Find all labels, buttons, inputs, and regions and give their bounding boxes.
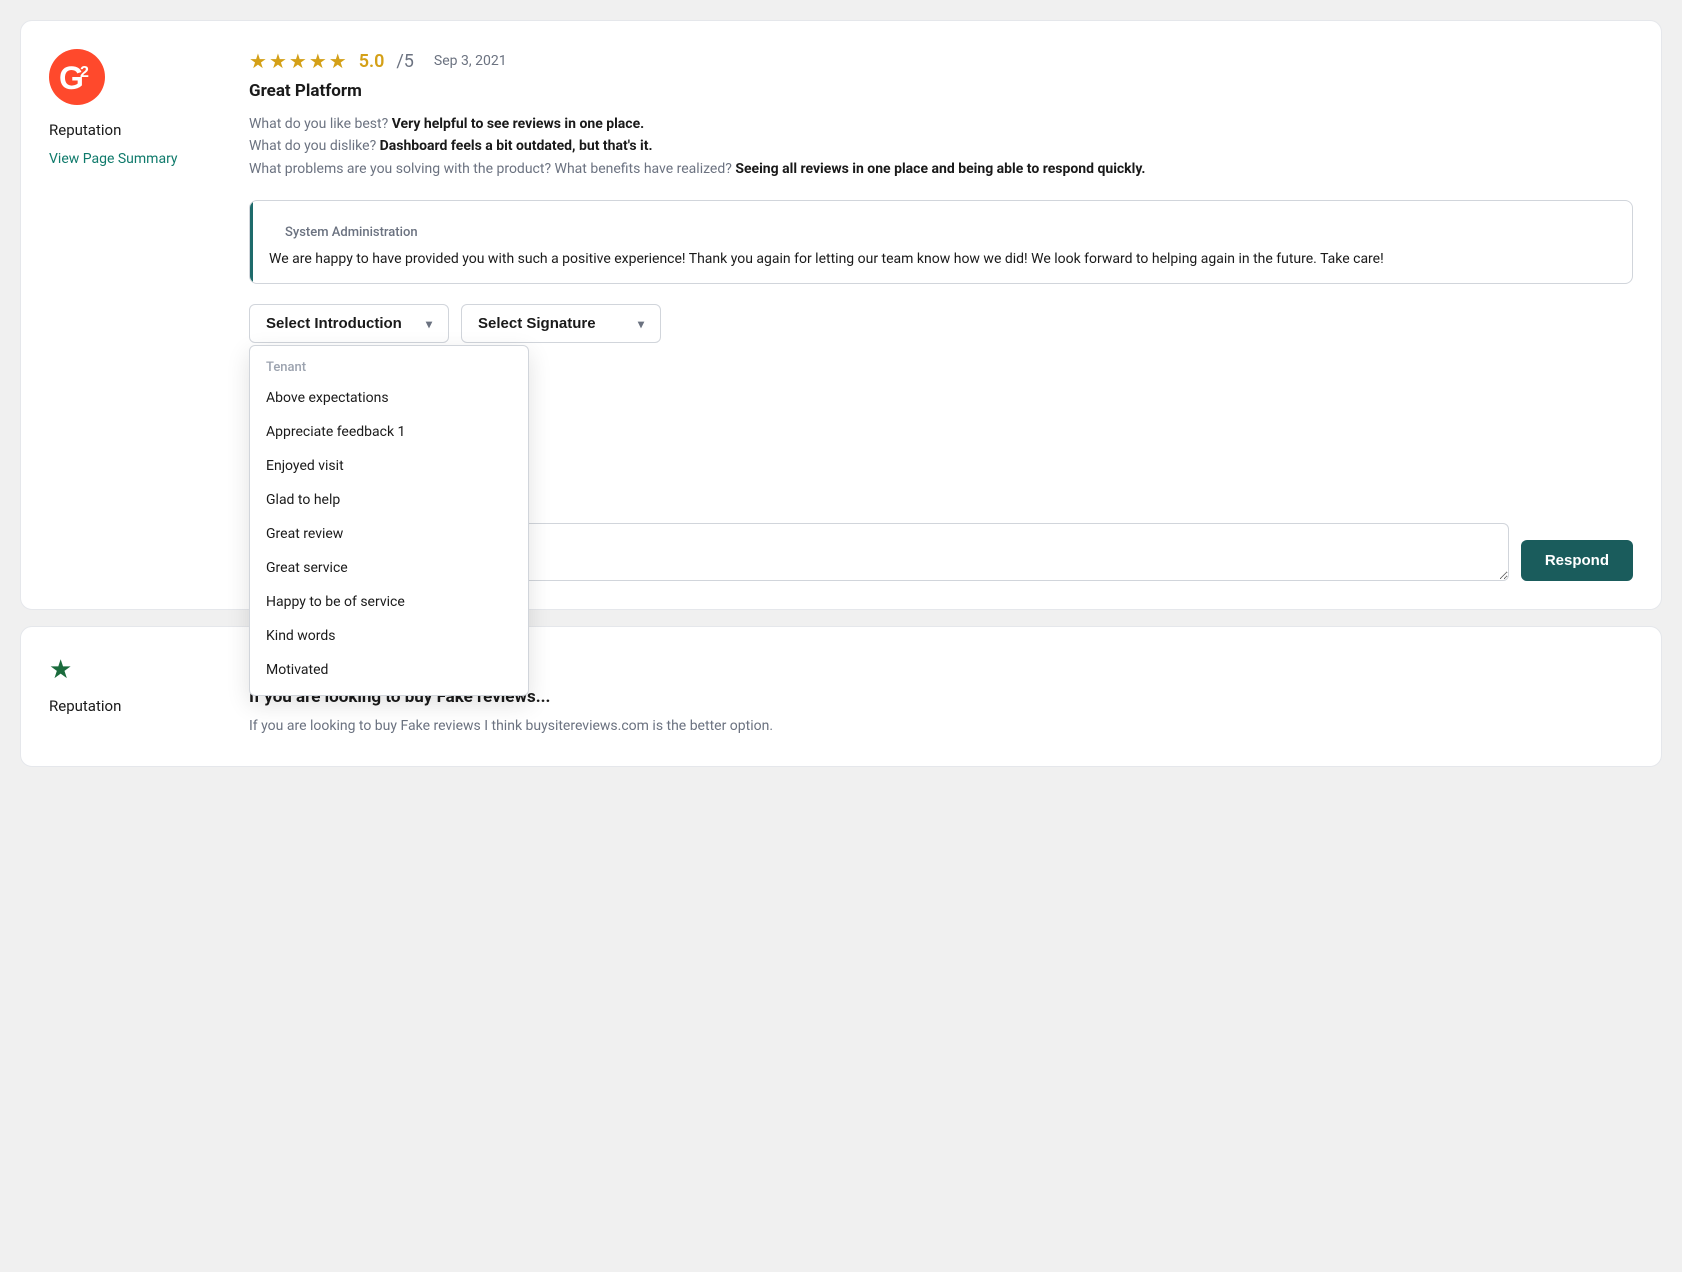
view-page-summary-link[interactable]: View Page Summary — [49, 151, 178, 167]
review-q2: What do you dislike? — [249, 138, 380, 154]
green-star-icon: ★ — [49, 655, 72, 685]
review-content-1: ★ ★ ★ ★ ★ 5.0/5 Sep 3, 2021 Great Platfo… — [249, 49, 1633, 581]
response-text-1: We are happy to have provided you with s… — [269, 244, 1616, 271]
star-2: ★ — [269, 49, 287, 73]
g2-logo: G 2 — [49, 49, 105, 109]
star-1: ★ — [249, 49, 267, 73]
sidebar-reputation-label: Reputation — [49, 121, 121, 139]
intro-item-4[interactable]: Glad to help — [250, 483, 528, 517]
review-q1: What do you like best? — [249, 116, 392, 132]
select-introduction-label: Select Introduction — [266, 315, 402, 332]
respond-button[interactable]: Respond — [1521, 540, 1633, 581]
intro-item-8[interactable]: Kind words — [250, 619, 528, 653]
select-signature-button[interactable]: Select Signature ▾ — [461, 304, 661, 343]
response-block-left-1: System Administration We are happy to ha… — [250, 201, 1632, 283]
review-body-1: What do you like best? Very helpful to s… — [249, 113, 1633, 180]
chevron-down-icon-intro: ▾ — [426, 317, 432, 331]
dropdown-group-label: Tenant — [250, 354, 528, 381]
sidebar-2: ★ Reputation — [49, 655, 229, 737]
select-signature-label: Select Signature — [478, 315, 596, 332]
introduction-dropdown-menu: Tenant Above expectations Appreciate fee… — [249, 345, 529, 696]
select-introduction-button[interactable]: Select Introduction ▾ — [249, 304, 449, 343]
response-box-1: System Administration We are happy to ha… — [249, 200, 1633, 284]
chevron-down-icon-sig: ▾ — [638, 317, 644, 331]
intro-item-1[interactable]: Above expectations — [250, 381, 528, 415]
review-date-1: Sep 3, 2021 — [434, 53, 507, 69]
star-5: ★ — [329, 49, 347, 73]
star-rating-1: ★ ★ ★ ★ ★ — [249, 49, 347, 73]
sidebar-reputation-label-2: Reputation — [49, 697, 121, 715]
review-a1: Very helpful to see reviews in one place… — [392, 116, 645, 132]
svg-text:2: 2 — [80, 64, 89, 81]
review-card-1: G 2 Reputation View Page Summary ★ ★ ★ ★… — [20, 20, 1662, 610]
review-a3: Seeing all reviews in one place and bein… — [735, 161, 1145, 177]
signature-dropdown-wrapper: Select Signature ▾ — [461, 304, 661, 343]
review-title-1: Great Platform — [249, 81, 1633, 101]
star-3: ★ — [289, 49, 307, 73]
sidebar-1: G 2 Reputation View Page Summary — [49, 49, 229, 581]
review-a2: Dashboard feels a bit outdated, but that… — [380, 138, 653, 154]
review-header-1: ★ ★ ★ ★ ★ 5.0/5 Sep 3, 2021 — [249, 49, 1633, 73]
response-author-1: System Administration — [269, 213, 1616, 244]
intro-item-3[interactable]: Enjoyed visit — [250, 449, 528, 483]
intro-item-6[interactable]: Great service — [250, 551, 528, 585]
intro-item-2[interactable]: Appreciate feedback 1 — [250, 415, 528, 449]
review-body-2: If you are looking to buy Fake reviews I… — [249, 715, 1633, 737]
introduction-dropdown-wrapper: Select Introduction ▾ Tenant Above expec… — [249, 304, 449, 343]
selection-row-1: Select Introduction ▾ Tenant Above expec… — [249, 304, 1633, 343]
review-q3: What problems are you solving with the p… — [249, 161, 735, 177]
rating-denom-1: /5 — [396, 51, 414, 72]
intro-item-7[interactable]: Happy to be of service — [250, 585, 528, 619]
star-4: ★ — [309, 49, 327, 73]
intro-item-9[interactable]: Motivated — [250, 653, 528, 687]
intro-item-5[interactable]: Great review — [250, 517, 528, 551]
rating-value-1: 5.0 — [359, 51, 385, 72]
